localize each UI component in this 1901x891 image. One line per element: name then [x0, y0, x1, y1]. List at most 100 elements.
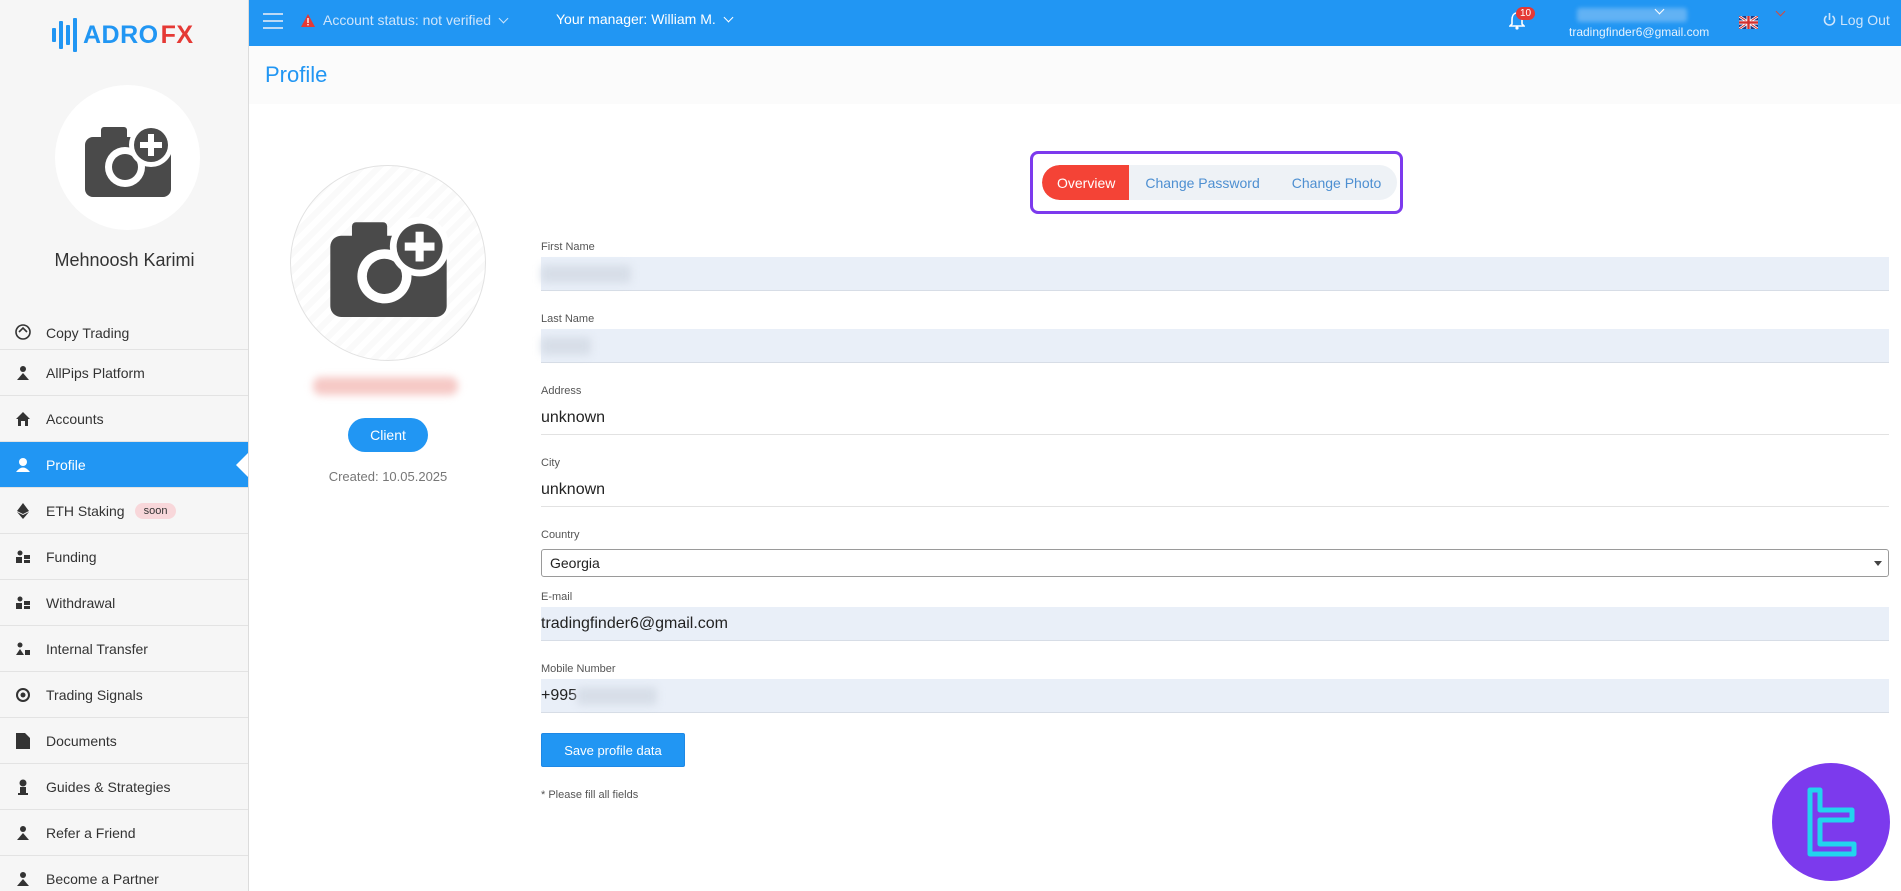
document-icon	[14, 732, 32, 750]
first-name-group: First Name	[541, 241, 1889, 313]
profile-form: First Name Last Name Address unknown Cit…	[541, 241, 1889, 801]
chevron-down-icon	[498, 13, 509, 23]
logout-label: Log Out	[1840, 12, 1890, 28]
sidebar-menu: Copy Trading AllPips Platform Accounts P…	[0, 316, 248, 891]
email-label: E-mail	[541, 591, 573, 603]
sidebar-item-label: Become a Partner	[46, 870, 159, 887]
sidebar-item-label: AllPips Platform	[46, 364, 145, 381]
country-group: Country Georgia	[541, 529, 1889, 591]
sidebar: ADROFX Mehnoosh Karimi Copy Trading AllP	[0, 0, 249, 891]
sidebar-item-accounts[interactable]: Accounts	[0, 396, 248, 442]
sidebar-item-allpips-platform[interactable]: AllPips Platform	[0, 350, 248, 396]
profile-name-redacted	[313, 377, 458, 395]
user-name-redacted	[1577, 8, 1687, 22]
warning-icon	[301, 13, 315, 27]
platform-icon	[14, 364, 32, 382]
account-status-dropdown[interactable]: Account status: not verified	[301, 12, 509, 28]
sidebar-item-label: Profile	[46, 456, 86, 473]
sidebar-item-label: Documents	[46, 732, 117, 749]
signals-icon	[14, 686, 32, 704]
save-profile-button[interactable]: Save profile data	[541, 733, 685, 767]
email-input[interactable]: tradingfinder6@gmail.com	[541, 607, 1889, 641]
funding-icon	[14, 548, 32, 566]
sidebar-user-name: Mehnoosh Karimi	[54, 250, 195, 270]
sidebar-item-withdrawal[interactable]: Withdrawal	[0, 580, 248, 626]
manager-text: Your manager: William M.	[556, 11, 716, 27]
brand-watermark-logo	[1772, 763, 1890, 881]
email-group: E-mail tradingfinder6@gmail.com	[541, 591, 1889, 663]
sidebar-avatar[interactable]	[55, 85, 200, 230]
mobile-input[interactable]: +995	[541, 679, 1889, 713]
logo-text: ADROFX	[83, 20, 194, 49]
sidebar-item-label: Internal Transfer	[46, 640, 148, 657]
mobile-group: Mobile Number +995	[541, 663, 1889, 715]
sidebar-item-become-a-partner[interactable]: Become a Partner	[0, 856, 248, 891]
tradingfinder-logo-icon	[1807, 787, 1857, 857]
logo-bars-icon	[52, 18, 77, 52]
sidebar-item-label: Refer a Friend	[46, 824, 136, 841]
brand-logo[interactable]: ADROFX	[52, 10, 194, 60]
soon-badge: soon	[134, 502, 177, 519]
tab-change-password[interactable]: Change Password	[1129, 165, 1275, 200]
home-icon	[14, 410, 32, 428]
caret-down-icon	[1874, 561, 1882, 566]
sidebar-item-label: Copy Trading	[46, 325, 130, 341]
first-name-input[interactable]	[541, 257, 1889, 291]
user-icon	[14, 456, 32, 474]
copy-trading-icon	[14, 323, 32, 341]
last-name-redacted	[541, 336, 591, 355]
sidebar-item-refer-a-friend[interactable]: Refer a Friend	[0, 810, 248, 856]
last-name-group: Last Name	[541, 313, 1889, 385]
camera-plus-icon	[329, 216, 449, 317]
sidebar-item-trading-signals[interactable]: Trading Signals	[0, 672, 248, 718]
tab-change-photo[interactable]: Change Photo	[1276, 165, 1398, 200]
last-name-label: Last Name	[541, 313, 595, 325]
sidebar-item-copy-trading[interactable]: Copy Trading	[0, 316, 248, 350]
sidebar-item-label: ETH Staking	[46, 502, 125, 519]
withdrawal-icon	[14, 594, 32, 612]
page-header: Profile	[249, 46, 1901, 104]
mobile-number-redacted	[577, 686, 658, 705]
account-status-text: Account status: not verified	[323, 12, 492, 28]
profile-photo[interactable]	[290, 165, 486, 361]
sidebar-item-label: Accounts	[46, 410, 104, 427]
last-name-input[interactable]	[541, 329, 1889, 363]
uk-flag-icon[interactable]	[1739, 16, 1758, 29]
page-title: Profile	[265, 62, 328, 87]
sidebar-item-label: Withdrawal	[46, 594, 116, 611]
chevron-down-icon	[723, 12, 734, 22]
ethereum-icon	[14, 502, 32, 520]
first-name-redacted	[541, 264, 631, 283]
camera-plus-icon	[84, 123, 173, 197]
sidebar-item-documents[interactable]: Documents	[0, 718, 248, 764]
logout-button[interactable]: Log Out	[1823, 12, 1890, 28]
city-input[interactable]: unknown	[541, 473, 1889, 507]
sidebar-item-label: Guides & Strategies	[46, 778, 171, 795]
sidebar-item-eth-staking[interactable]: ETH Staking soon	[0, 488, 248, 534]
manager-dropdown[interactable]: Your manager: William M.	[556, 11, 734, 27]
sidebar-item-guides-strategies[interactable]: Guides & Strategies	[0, 764, 248, 810]
address-label: Address	[541, 385, 582, 397]
tab-overview[interactable]: Overview	[1042, 165, 1130, 200]
mobile-label: Mobile Number	[541, 663, 616, 675]
refer-icon	[14, 824, 32, 842]
form-note: * Please fill all fields	[541, 789, 639, 801]
user-email: tradingfinder6@gmail.com	[1569, 25, 1710, 39]
country-select[interactable]: Georgia	[541, 549, 1889, 577]
sidebar-item-funding[interactable]: Funding	[0, 534, 248, 580]
notification-count-badge: 10	[1516, 7, 1536, 20]
sidebar-item-label: Funding	[46, 548, 97, 565]
power-icon	[1823, 13, 1836, 26]
address-input[interactable]: unknown	[541, 401, 1889, 435]
guides-icon	[14, 778, 32, 796]
city-label: City	[541, 457, 560, 469]
country-value: Georgia	[550, 555, 600, 571]
mobile-prefix: +995	[541, 686, 578, 704]
address-group: Address unknown	[541, 385, 1889, 457]
sidebar-item-internal-transfer[interactable]: Internal Transfer	[0, 626, 248, 672]
hamburger-menu-icon[interactable]	[263, 13, 283, 29]
client-role-button[interactable]: Client	[348, 418, 428, 452]
language-chevron-icon[interactable]	[1775, 6, 1786, 17]
sidebar-item-profile[interactable]: Profile	[0, 442, 248, 488]
created-date: Created: 10.05.2025	[328, 469, 448, 484]
